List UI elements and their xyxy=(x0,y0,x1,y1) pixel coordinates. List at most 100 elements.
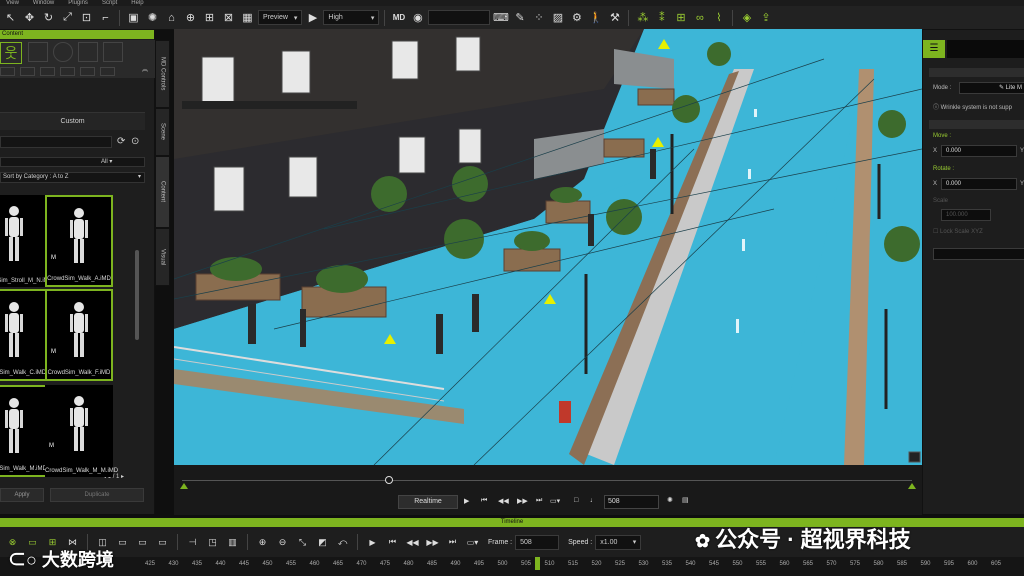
zoom-in-icon[interactable]: ⊕ xyxy=(254,534,271,551)
refresh-icon[interactable]: ⟳ xyxy=(117,136,125,147)
walk-icon[interactable]: 🚶 xyxy=(587,9,604,26)
skip-end-icon[interactable]: ⏭ xyxy=(536,497,542,505)
path-icon[interactable]: ⌇ xyxy=(710,9,727,26)
duplicate-button[interactable]: Duplicate xyxy=(50,488,144,502)
search-field[interactable] xyxy=(428,10,491,25)
play-icon[interactable]: ▶ xyxy=(464,497,469,505)
sub-icon[interactable] xyxy=(20,67,35,76)
grid-icon[interactable]: ⊞ xyxy=(201,9,218,26)
snap-icon[interactable]: ⊡ xyxy=(78,9,95,26)
play-icon[interactable]: ▶ xyxy=(364,534,381,551)
tab-scene[interactable]: Scene xyxy=(155,108,170,156)
content-item[interactable]: M CrowdSim_Stroll_M_N.iMD xyxy=(0,195,53,287)
wire-icon[interactable]: ⊠ xyxy=(220,9,237,26)
preview-select[interactable]: Preview ▾ xyxy=(258,10,303,25)
content-item[interactable]: M CrowdSim_Walk_F.iMD xyxy=(45,289,113,381)
timeline-frame-input[interactable]: 508 xyxy=(515,534,560,550)
collapse-icon[interactable]: ︽ xyxy=(142,64,148,73)
skip-start-icon[interactable]: ⏮ xyxy=(384,534,401,551)
sun-icon[interactable]: ✺ xyxy=(667,496,673,504)
step-back-icon[interactable]: ◀◀ xyxy=(404,534,421,551)
step-forward-icon[interactable]: ▶▶ xyxy=(517,497,528,505)
dots-icon[interactable]: ⁘ xyxy=(530,9,547,26)
figure-category-icon[interactable]: 웃 xyxy=(0,42,22,64)
rotate-icon[interactable]: ↻ xyxy=(40,9,57,26)
content-item[interactable]: MCrowdSim_Walk_M.iMD xyxy=(0,385,48,477)
tab-visual[interactable]: Visual xyxy=(155,228,170,286)
content-item[interactable]: M CrowdSim_Walk_A.iMD xyxy=(45,195,113,287)
timeline-tool-icon[interactable]: ⤺ xyxy=(334,534,351,551)
sub-icon[interactable] xyxy=(40,67,55,76)
camera-fit-icon[interactable]: ⊕ xyxy=(182,9,199,26)
timeline-tool-icon[interactable]: ▭ xyxy=(154,534,171,551)
category-icon-2[interactable] xyxy=(28,42,48,62)
sub-icon[interactable] xyxy=(0,67,15,76)
realtime-button[interactable]: Realtime xyxy=(398,495,458,509)
scrub-handle[interactable] xyxy=(385,476,393,484)
step-forward-icon[interactable]: ▶▶ xyxy=(424,534,441,551)
timeline-tool-icon[interactable]: ▭ xyxy=(134,534,151,551)
grid-green-icon[interactable]: ⊞ xyxy=(672,9,689,26)
music-icon[interactable]: ♩ xyxy=(590,497,597,504)
brush-icon[interactable]: ✎ xyxy=(511,9,528,26)
quality-select[interactable]: High ▾ xyxy=(323,10,380,25)
range-start-marker[interactable] xyxy=(180,483,188,489)
mode-select[interactable]: ✎ Lite M xyxy=(959,82,1024,94)
search-input[interactable] xyxy=(0,136,112,148)
light-icon[interactable]: ✺ xyxy=(144,9,161,26)
3d-viewport[interactable] xyxy=(174,29,922,465)
category-icon-4[interactable] xyxy=(78,42,98,62)
export-icon[interactable]: ⇪ xyxy=(757,9,774,26)
move-icon[interactable]: ✥ xyxy=(21,9,38,26)
timeline-tool-icon[interactable]: ▭ xyxy=(114,534,131,551)
filter-select[interactable]: All ▾ xyxy=(0,157,145,167)
sort-select[interactable]: Sort by Category : A to Z ▾ xyxy=(0,172,145,183)
playhead-marker[interactable] xyxy=(535,557,541,570)
speed-select[interactable]: x1.00 ▾ xyxy=(595,534,642,550)
timeline-tool-icon[interactable]: ◳ xyxy=(204,534,221,551)
timeline-ruler[interactable]: 425 430 435 440 445 450 455 460 465 470 475 480 485 4… xyxy=(0,557,1024,576)
video-icon[interactable]: ▶ xyxy=(304,9,321,26)
select-icon[interactable]: ↖ xyxy=(2,9,19,26)
scrub-track[interactable] xyxy=(182,480,912,481)
category-icon-5[interactable] xyxy=(103,42,123,62)
step-back-icon[interactable]: ◀◀ xyxy=(498,497,509,505)
timeline-tool-icon[interactable]: ◩ xyxy=(314,534,331,551)
sub-icon[interactable] xyxy=(80,67,95,76)
loop-icon[interactable]: ▭▾ xyxy=(464,534,481,551)
timeline-tool-icon[interactable]: ⊣ xyxy=(184,534,201,551)
lock-scale-checkbox[interactable]: ☐ Lock Scale XYZ xyxy=(933,228,983,235)
gear-icon[interactable]: ⚙ xyxy=(568,9,585,26)
tab-content[interactable]: Content xyxy=(155,156,170,228)
tab-md-controls[interactable]: MD Controls xyxy=(155,40,170,108)
crowd-icon[interactable]: ⁂ xyxy=(634,9,651,26)
sliders-icon[interactable]: ☰ xyxy=(923,40,945,58)
apply-button[interactable]: Apply xyxy=(0,488,44,502)
image-icon[interactable]: ▨ xyxy=(549,9,566,26)
pattern-icon[interactable]: ▦ xyxy=(239,9,256,26)
scale-icon[interactable]: ⤢ xyxy=(59,9,76,26)
gamepad-icon[interactable]: ⌨ xyxy=(492,9,509,26)
category-icon-3[interactable] xyxy=(53,42,73,62)
timeline-tool-icon[interactable]: ⤡ xyxy=(294,534,311,551)
move-x-field[interactable]: 0.000 xyxy=(941,145,1017,157)
play-circle-icon[interactable]: ◉ xyxy=(409,9,426,26)
timeline-tool-icon[interactable]: ▥ xyxy=(224,534,241,551)
range-end-marker[interactable] xyxy=(908,483,916,489)
custom-tab[interactable]: Custom xyxy=(0,112,145,130)
extra-field[interactable] xyxy=(933,248,1024,260)
film-icon[interactable]: ▤ xyxy=(682,496,689,504)
filter-icon[interactable]: ⊙ xyxy=(131,136,139,147)
sub-icon[interactable] xyxy=(100,67,115,76)
morph-icon[interactable]: ◈ xyxy=(738,9,755,26)
zoom-out-icon[interactable]: ⊖ xyxy=(274,534,291,551)
tool-icon[interactable]: ⚒ xyxy=(606,9,623,26)
stop-icon[interactable]: □ xyxy=(574,497,578,504)
content-item[interactable]: MCrowdSim_Walk_C.iMD xyxy=(0,289,48,381)
rotate-x-field[interactable]: 0.000 xyxy=(941,178,1017,190)
scrollbar-thumb[interactable] xyxy=(135,250,139,340)
frame-input[interactable]: 508 xyxy=(604,495,659,509)
home-icon[interactable]: ⌂ xyxy=(163,9,180,26)
link-icon[interactable]: ∞ xyxy=(691,9,708,26)
pivot-icon[interactable]: ⌐ xyxy=(97,9,114,26)
